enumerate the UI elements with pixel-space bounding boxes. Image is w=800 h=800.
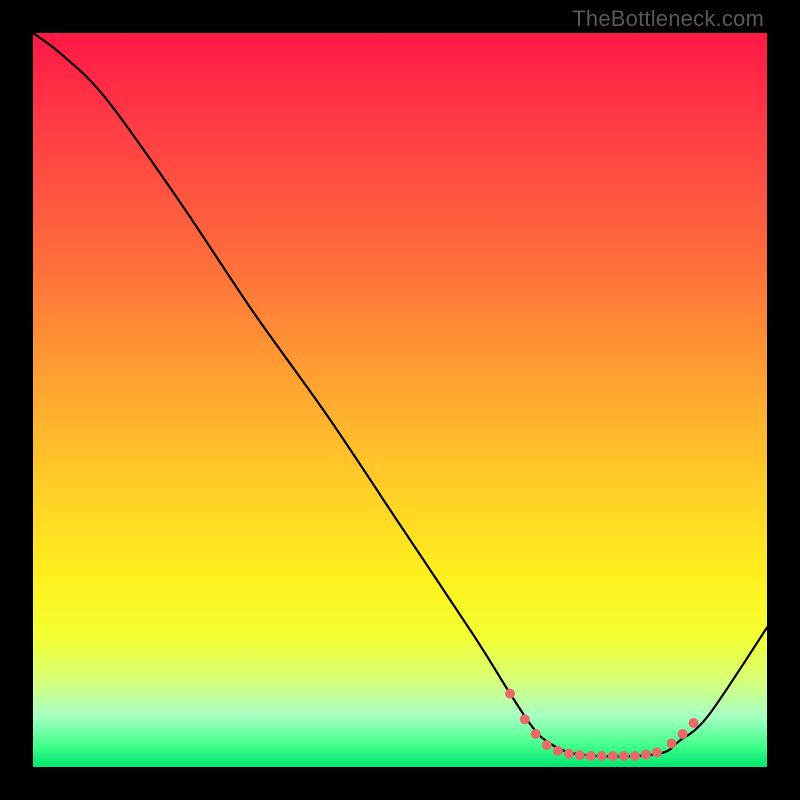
bottleneck-curve [33,33,767,767]
chart-frame: TheBottleneck.com [0,0,800,800]
watermark-text: TheBottleneck.com [572,6,764,32]
trough-marker-dot [564,749,574,759]
trough-marker-dot [553,746,563,756]
trough-marker-dot [652,747,662,757]
trough-marker-dot [619,751,629,761]
trough-marker-dot [689,718,699,728]
trough-marker-dot [575,750,585,760]
trough-marker-dot [630,751,640,761]
trough-marker-dot [520,714,530,724]
trough-marker-dot [542,740,552,750]
trough-marker-dot [586,751,596,761]
trough-marker-dot [678,729,688,739]
trough-marker-dot [505,689,515,699]
trough-marker-dot [667,739,677,749]
trough-marker-dot [608,751,618,761]
curve-path [33,33,767,756]
trough-marker-dot [531,729,541,739]
trough-marker-dot [597,751,607,761]
trough-marker-dot [641,750,651,760]
